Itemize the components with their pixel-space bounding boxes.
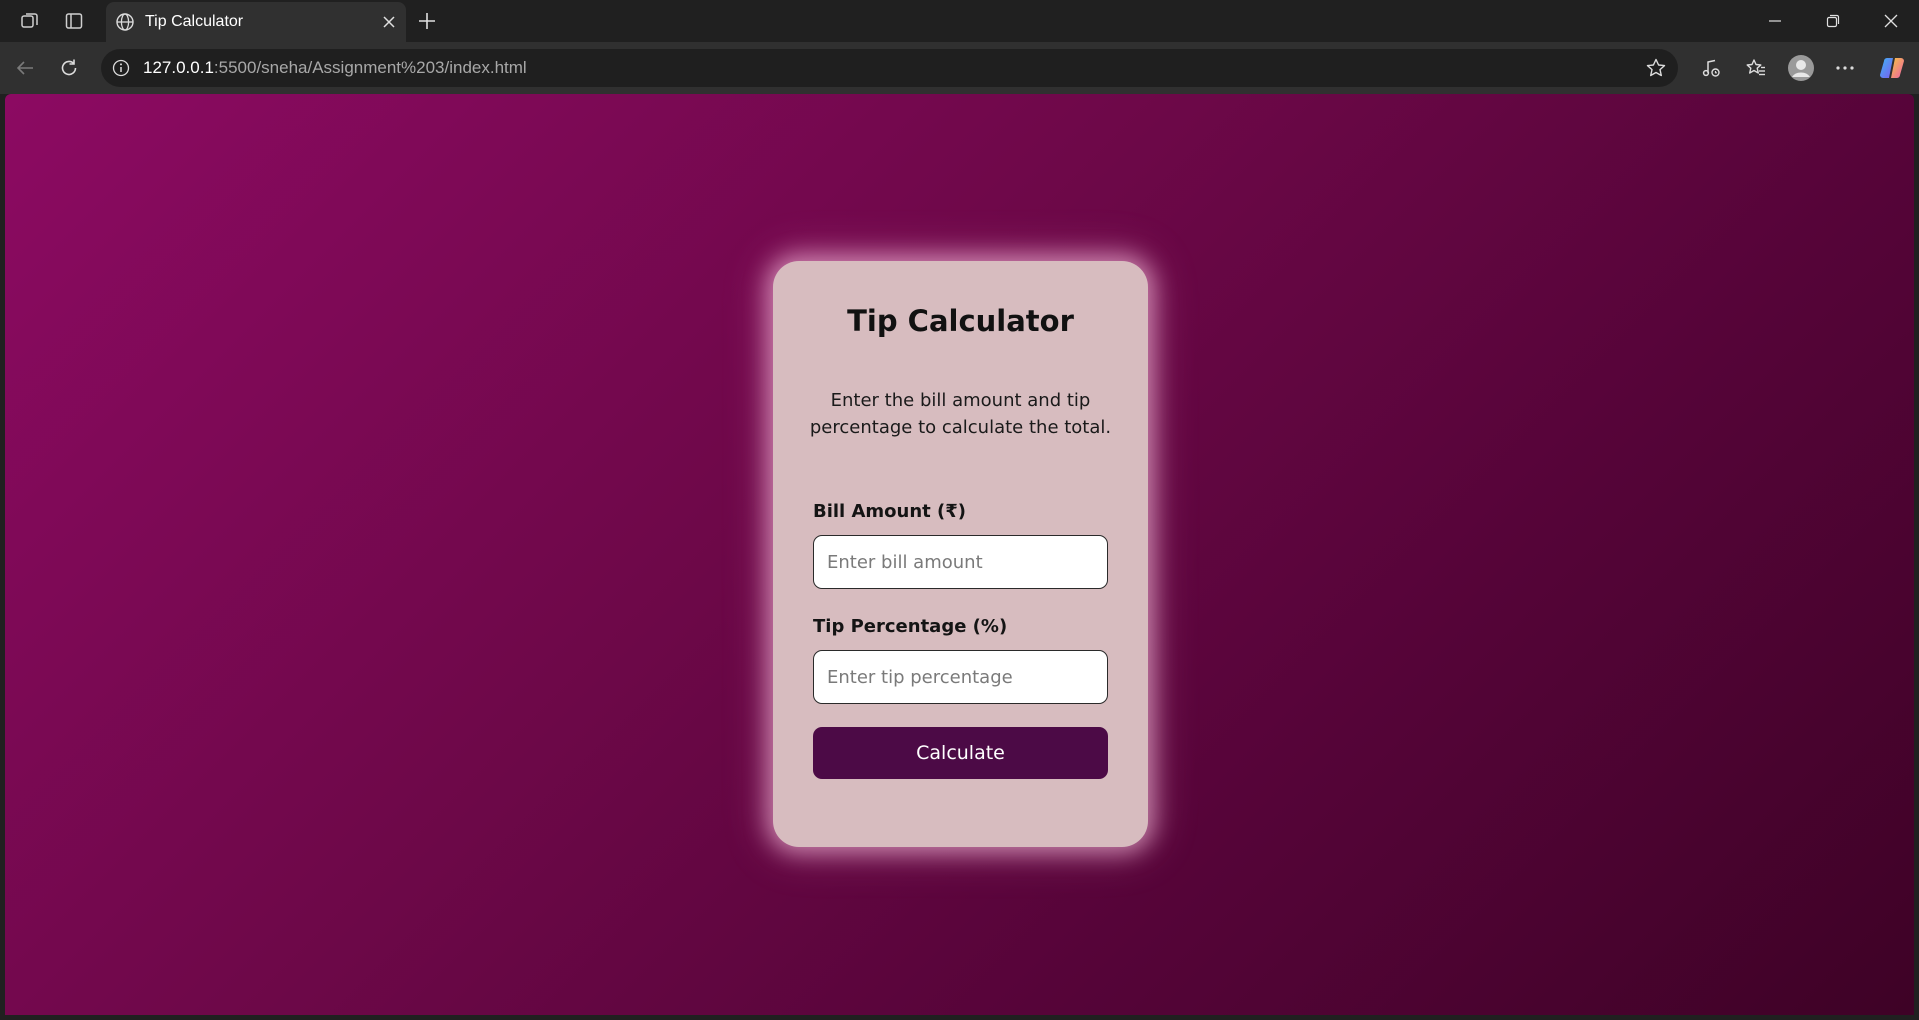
url-host: 127.0.0.1: [143, 58, 214, 77]
restore-icon[interactable]: [1810, 4, 1856, 38]
tip-percentage-input[interactable]: [813, 650, 1108, 704]
minimize-icon[interactable]: [1752, 4, 1798, 38]
browser-tab-strip: Tip Calculator: [0, 0, 1919, 42]
tip-percentage-label: Tip Percentage (%): [813, 616, 1008, 637]
tip-calculator-card: Tip Calculator Enter the bill amount and…: [773, 261, 1148, 847]
favorites-icon[interactable]: [1741, 53, 1771, 83]
tab-actions-icon[interactable]: [61, 8, 87, 34]
plus-icon[interactable]: [414, 8, 440, 34]
instructions-text: Enter the bill amount and tip percentage…: [809, 390, 1112, 438]
workspaces-icon[interactable]: [17, 8, 43, 34]
bill-amount-label: Bill Amount (₹): [813, 501, 967, 522]
globe-icon: [114, 11, 136, 33]
tab-tip-calculator[interactable]: Tip Calculator: [106, 2, 406, 42]
tab-title: Tip Calculator: [145, 13, 244, 30]
browser-toolbar: 127.0.0.1:5500/sneha/Assignment%203/inde…: [0, 42, 1919, 94]
close-icon[interactable]: [378, 11, 400, 33]
window-close-icon[interactable]: [1868, 4, 1914, 38]
address-bar[interactable]: 127.0.0.1:5500/sneha/Assignment%203/inde…: [101, 49, 1678, 87]
refresh-icon[interactable]: [54, 53, 84, 83]
url-path: :5500/sneha/Assignment%203/index.html: [213, 58, 527, 77]
back-arrow-icon[interactable]: [10, 53, 40, 83]
more-icon[interactable]: [1830, 53, 1860, 83]
page-title: Tip Calculator: [847, 304, 1074, 338]
profile-icon[interactable]: [1786, 53, 1816, 83]
copilot-icon[interactable]: [1877, 53, 1907, 83]
calculate-button[interactable]: Calculate: [813, 727, 1108, 779]
media-control-icon[interactable]: [1696, 53, 1726, 83]
url-text[interactable]: 127.0.0.1:5500/sneha/Assignment%203/inde…: [143, 58, 527, 78]
star-icon[interactable]: [1644, 56, 1668, 80]
info-icon[interactable]: [111, 58, 131, 78]
page-viewport: Tip Calculator Enter the bill amount and…: [5, 94, 1914, 1015]
bill-amount-input[interactable]: [813, 535, 1108, 589]
